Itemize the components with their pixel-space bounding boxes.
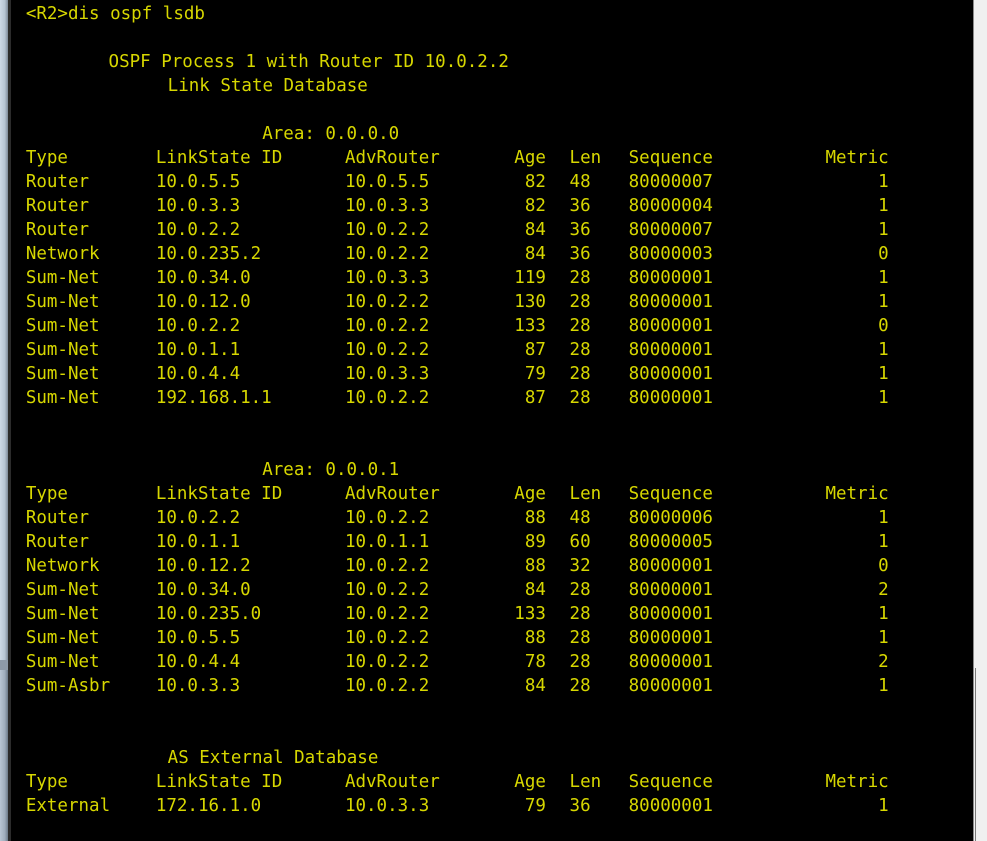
cell-metric: 1 <box>878 172 889 192</box>
table-row: Router 10.0.5.5 10.0.5.5 82 48 80000007 1 <box>11 170 973 194</box>
cell-metric: 2 <box>878 652 889 672</box>
table-row: Sum-Net 10.0.5.5 10.0.2.2 88 28 80000001 1 <box>11 626 973 650</box>
right-frame-edge <box>973 0 974 841</box>
database-title-text: Link State Database <box>167 76 368 96</box>
left-scrollbar[interactable] <box>0 0 8 841</box>
cell-metric: 1 <box>878 508 889 528</box>
cell-metric: 1 <box>878 796 889 816</box>
table-header-row: Type LinkState ID AdvRouter Age Len Sequence M… <box>11 146 973 170</box>
cell-metric: 1 <box>878 388 889 408</box>
window-right-frame <box>973 0 987 841</box>
table-row: Sum-Net 10.0.235.0 10.0.2.2 133 28 80000001 1 <box>11 602 973 626</box>
cell-metric: 1 <box>878 604 889 624</box>
cell-metric: 1 <box>878 268 889 288</box>
cell-metric: 1 <box>878 292 889 312</box>
table-row: Sum-Net 10.0.4.4 10.0.2.2 78 28 80000001 2 <box>11 650 973 674</box>
column-header-metric: Metric <box>825 148 889 168</box>
terminal-screen[interactable]: <R2>dis ospf lsdb OSPF Process 1 with Rou… <box>11 0 973 841</box>
cell-metric: 2 <box>878 580 889 600</box>
table-row: Router 10.0.2.2 10.0.2.2 84 36 80000007 1 <box>11 218 973 242</box>
section-title-row: Area: 0.0.0.1 <box>11 458 973 482</box>
cell-metric: 1 <box>878 220 889 240</box>
table-row: Sum-Net 10.0.34.0 10.0.3.3 119 28 80000001 1 <box>11 266 973 290</box>
cell-metric: 1 <box>878 196 889 216</box>
cell-metric: 0 <box>878 556 889 576</box>
table-row: Network 10.0.235.2 10.0.2.2 84 36 80000003 0 <box>11 242 973 266</box>
cell-metric: 1 <box>878 364 889 384</box>
section-title: AS External Database <box>167 748 379 768</box>
section-title-row: Area: 0.0.0.0 <box>11 122 973 146</box>
cell-metric: 0 <box>878 316 889 336</box>
section-title-row: AS External Database <box>11 746 973 770</box>
table-row: Sum-Net 10.0.2.2 10.0.2.2 133 28 80000001 0 <box>11 314 973 338</box>
command-line: <R2>dis ospf lsdb <box>11 2 973 26</box>
table-row: Sum-Net 10.0.12.0 10.0.2.2 130 28 80000001 1 <box>11 290 973 314</box>
database-title-line: Link State Database <box>11 74 973 98</box>
table-row: Router 10.0.3.3 10.0.3.3 82 36 80000004 1 <box>11 194 973 218</box>
column-header-metric: Metric <box>825 772 889 792</box>
table-row: External 172.16.1.0 10.0.3.3 79 36 80000001 1 <box>11 794 973 818</box>
section-title: Area: 0.0.0.0 <box>262 124 400 144</box>
cell-metric: 1 <box>878 340 889 360</box>
cell-metric: 0 <box>878 244 889 264</box>
process-header-line: OSPF Process 1 with Router ID 10.0.2.2 <box>11 50 973 74</box>
process-header-text: OSPF Process 1 with Router ID 10.0.2.2 <box>108 52 509 72</box>
table-row: Sum-Net 192.168.1.1 10.0.2.2 87 28 80000001 1 <box>11 386 973 410</box>
scrollbar-thumb-upper[interactable] <box>0 0 8 660</box>
column-header-metric: Metric <box>825 484 889 504</box>
prompt-command-text: <R2>dis ospf lsdb <box>25 4 205 24</box>
table-header-row: Type LinkState ID AdvRouter Age Len Sequence M… <box>11 770 973 794</box>
section-title: Area: 0.0.0.1 <box>262 460 400 480</box>
table-row: Sum-Net 10.0.4.4 10.0.3.3 79 28 80000001 1 <box>11 362 973 386</box>
table-row: Sum-Asbr 10.0.3.3 10.0.2.2 84 28 80000001 1 <box>11 674 973 698</box>
table-row: Sum-Net 10.0.1.1 10.0.2.2 87 28 80000001 1 <box>11 338 973 362</box>
table-header-row: Type LinkState ID AdvRouter Age Len Sequence M… <box>11 482 973 506</box>
cell-metric: 1 <box>878 532 889 552</box>
cell-metric: 1 <box>878 628 889 648</box>
cell-metric: 1 <box>878 676 889 696</box>
table-row: Sum-Net 10.0.34.0 10.0.2.2 84 28 80000001 2 <box>11 578 973 602</box>
table-row: Router 10.0.2.2 10.0.2.2 88 48 80000006 1 <box>11 506 973 530</box>
scrollbar-divider <box>0 660 8 670</box>
table-row: Router 10.0.1.1 10.0.1.1 89 60 80000005 1 <box>11 530 973 554</box>
terminal-window: <R2>dis ospf lsdb OSPF Process 1 with Rou… <box>0 0 987 841</box>
scrollbar-thumb-lower[interactable] <box>0 670 8 841</box>
right-frame-lower-border <box>975 668 976 841</box>
table-row: Network 10.0.12.2 10.0.2.2 88 32 80000001 0 <box>11 554 973 578</box>
